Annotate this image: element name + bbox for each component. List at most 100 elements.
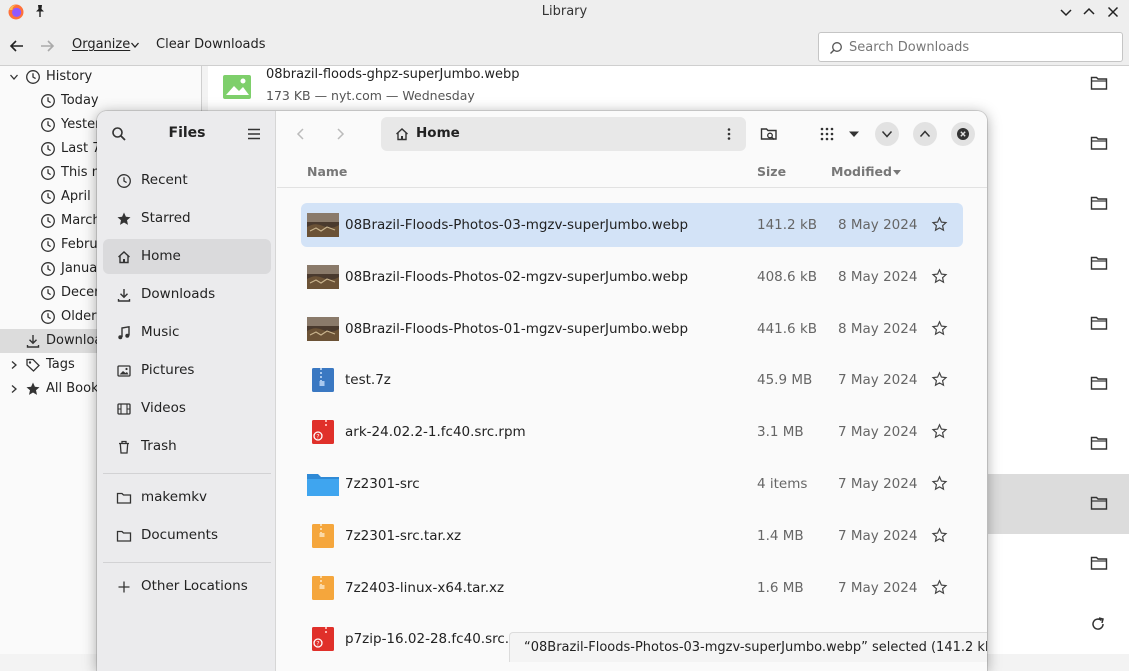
kebab-menu-icon[interactable] (721, 126, 737, 142)
view-options-dropdown-icon[interactable] (845, 125, 863, 143)
minimize-button[interactable] (875, 122, 899, 146)
sidebar-item-recent[interactable]: Recent (103, 163, 271, 198)
file-row[interactable]: 7z2301-src.tar.xz 1.4 MB 7 May 2024 (301, 514, 963, 558)
file-name: 08Brazil-Floods-Photos-03-mgzv-superJumb… (345, 217, 689, 233)
column-header-name[interactable]: Name (307, 164, 347, 179)
download-entry[interactable]: 08brazil-floods-ghpz-superJumbo.webp 173… (208, 66, 968, 114)
column-header-modified[interactable]: Modified (831, 164, 892, 179)
star-outline-icon[interactable] (931, 527, 948, 544)
file-name: 7z2301-src (345, 476, 420, 492)
sidebar-item-label: Home (141, 248, 181, 264)
file-modified: 7 May 2024 (838, 476, 918, 492)
star-outline-icon[interactable] (931, 319, 948, 337)
chevron-down-icon (131, 42, 139, 48)
file-row[interactable]: test.7z 45.9 MB 7 May 2024 (301, 358, 963, 402)
search-folder-icon[interactable] (760, 125, 778, 143)
header-divider (277, 187, 987, 188)
tree-item-label: History (46, 69, 93, 84)
sidebar-bookmark-makemkv[interactable]: makemkv (103, 480, 271, 515)
clock-icon (41, 262, 55, 276)
download-name: 08brazil-floods-ghpz-superJumbo.webp (266, 67, 520, 82)
sidebar-item-trash[interactable]: Trash (103, 429, 271, 464)
star-outline-icon[interactable] (931, 216, 948, 233)
path-bar[interactable]: Home (381, 117, 746, 151)
search-icon[interactable] (111, 126, 127, 142)
open-folder-icon[interactable] (1090, 75, 1108, 91)
grid-view-icon[interactable] (818, 125, 836, 143)
sidebar-item-home[interactable]: Home (103, 239, 271, 274)
folder-blue-icon (307, 474, 339, 496)
open-folder-icon[interactable] (1090, 195, 1108, 211)
file-name: ark-24.02.2-1.fc40.src.rpm (345, 424, 526, 441)
tree-item[interactable]: Today (0, 89, 202, 113)
hamburger-menu-icon[interactable] (246, 126, 262, 142)
close-circle-icon (957, 128, 969, 140)
tree-item-label: April (61, 189, 91, 204)
picture-icon (117, 365, 131, 377)
clock-icon (41, 166, 55, 180)
file-row[interactable]: 08Brazil-Floods-Photos-02-mgzv-superJumb… (301, 255, 963, 299)
file-row[interactable]: ? ark-24.02.2-1.fc40.src.rpm 3.1 MB 7 May 2… (301, 410, 963, 454)
file-row[interactable]: 08Brazil-Floods-Photos-03-mgzv-superJumb… (301, 203, 963, 247)
star-outline-icon[interactable] (931, 423, 948, 440)
sidebar-item-downloads[interactable]: Downloads (103, 277, 271, 312)
organize-menu[interactable]: Organize (72, 37, 130, 52)
maximize-button[interactable] (913, 122, 937, 146)
file-name: 08Brazil-Floods-Photos-02-mgzv-superJumb… (345, 268, 689, 285)
star-outline-icon[interactable] (931, 475, 948, 492)
chevron-down-icon (881, 130, 893, 138)
archive-orange-icon (312, 575, 334, 600)
sidebar-item-pictures[interactable]: Pictures (103, 353, 271, 388)
sidebar-item-starred[interactable]: Starred (103, 201, 271, 236)
sidebar-divider (103, 473, 271, 474)
open-folder-icon[interactable] (1090, 555, 1108, 571)
file-modified: 7 May 2024 (838, 579, 918, 596)
minimize-icon[interactable] (1058, 4, 1074, 20)
search-downloads-input[interactable] (849, 38, 1109, 56)
open-folder-icon[interactable] (1090, 315, 1108, 331)
file-row[interactable]: 08Brazil-Floods-Photos-01-mgzv-superJumb… (301, 307, 963, 351)
sidebar-item-music[interactable]: Music (103, 315, 271, 350)
open-folder-icon[interactable] (1090, 375, 1108, 391)
sidebar-item-other-locations[interactable]: Other Locations (103, 569, 271, 604)
open-folder-icon[interactable] (1090, 435, 1108, 451)
open-folder-icon[interactable] (1090, 255, 1108, 271)
star-outline-icon[interactable] (931, 578, 948, 596)
sidebar-item-videos[interactable]: Videos (103, 391, 271, 426)
open-folder-icon[interactable] (1090, 495, 1108, 511)
forward-arrow-icon[interactable] (332, 126, 348, 142)
file-row[interactable]: 7z2301-src 4 items 7 May 2024 (301, 462, 963, 506)
archive-blue-icon (312, 368, 334, 393)
search-downloads-box[interactable] (818, 32, 1123, 62)
chevron-right-icon[interactable] (9, 384, 19, 394)
back-arrow-icon[interactable] (293, 126, 309, 142)
retry-icon[interactable] (1090, 616, 1106, 632)
sidebar-bookmark-documents[interactable]: Documents (103, 518, 271, 553)
plus-icon (118, 581, 130, 593)
clear-downloads-button[interactable]: Clear Downloads (156, 37, 266, 52)
search-icon (830, 42, 842, 54)
open-folder-icon[interactable] (1090, 135, 1108, 151)
close-icon[interactable] (1105, 4, 1121, 20)
sidebar-item-label: Music (141, 324, 180, 340)
tree-item[interactable]: History (0, 65, 202, 89)
clock-icon (41, 214, 55, 228)
trash-icon (119, 440, 129, 454)
file-modified: 7 May 2024 (838, 527, 918, 544)
back-arrow-icon[interactable] (8, 37, 26, 55)
close-button[interactable] (951, 122, 975, 146)
star-outline-icon[interactable] (931, 371, 948, 388)
sidebar-item-label: Other Locations (141, 578, 248, 594)
sidebar-item-label: Pictures (141, 362, 195, 378)
file-modified: 7 May 2024 (838, 372, 918, 389)
file-size: 408.6 kB (757, 268, 818, 285)
forward-arrow-icon[interactable] (38, 37, 56, 55)
tree-item-label: Today (61, 93, 99, 108)
selection-status-text: “08Brazil-Floods-Photos-03-mgzv-superJum… (524, 640, 987, 655)
column-header-size[interactable]: Size (757, 164, 786, 179)
chevron-right-icon[interactable] (9, 360, 19, 370)
star-outline-icon[interactable] (931, 268, 948, 285)
file-row[interactable]: 7z2403-linux-x64.tar.xz 1.6 MB 7 May 2024 (301, 566, 963, 610)
maximize-icon[interactable] (1081, 4, 1097, 20)
chevron-down-icon[interactable] (9, 72, 19, 82)
